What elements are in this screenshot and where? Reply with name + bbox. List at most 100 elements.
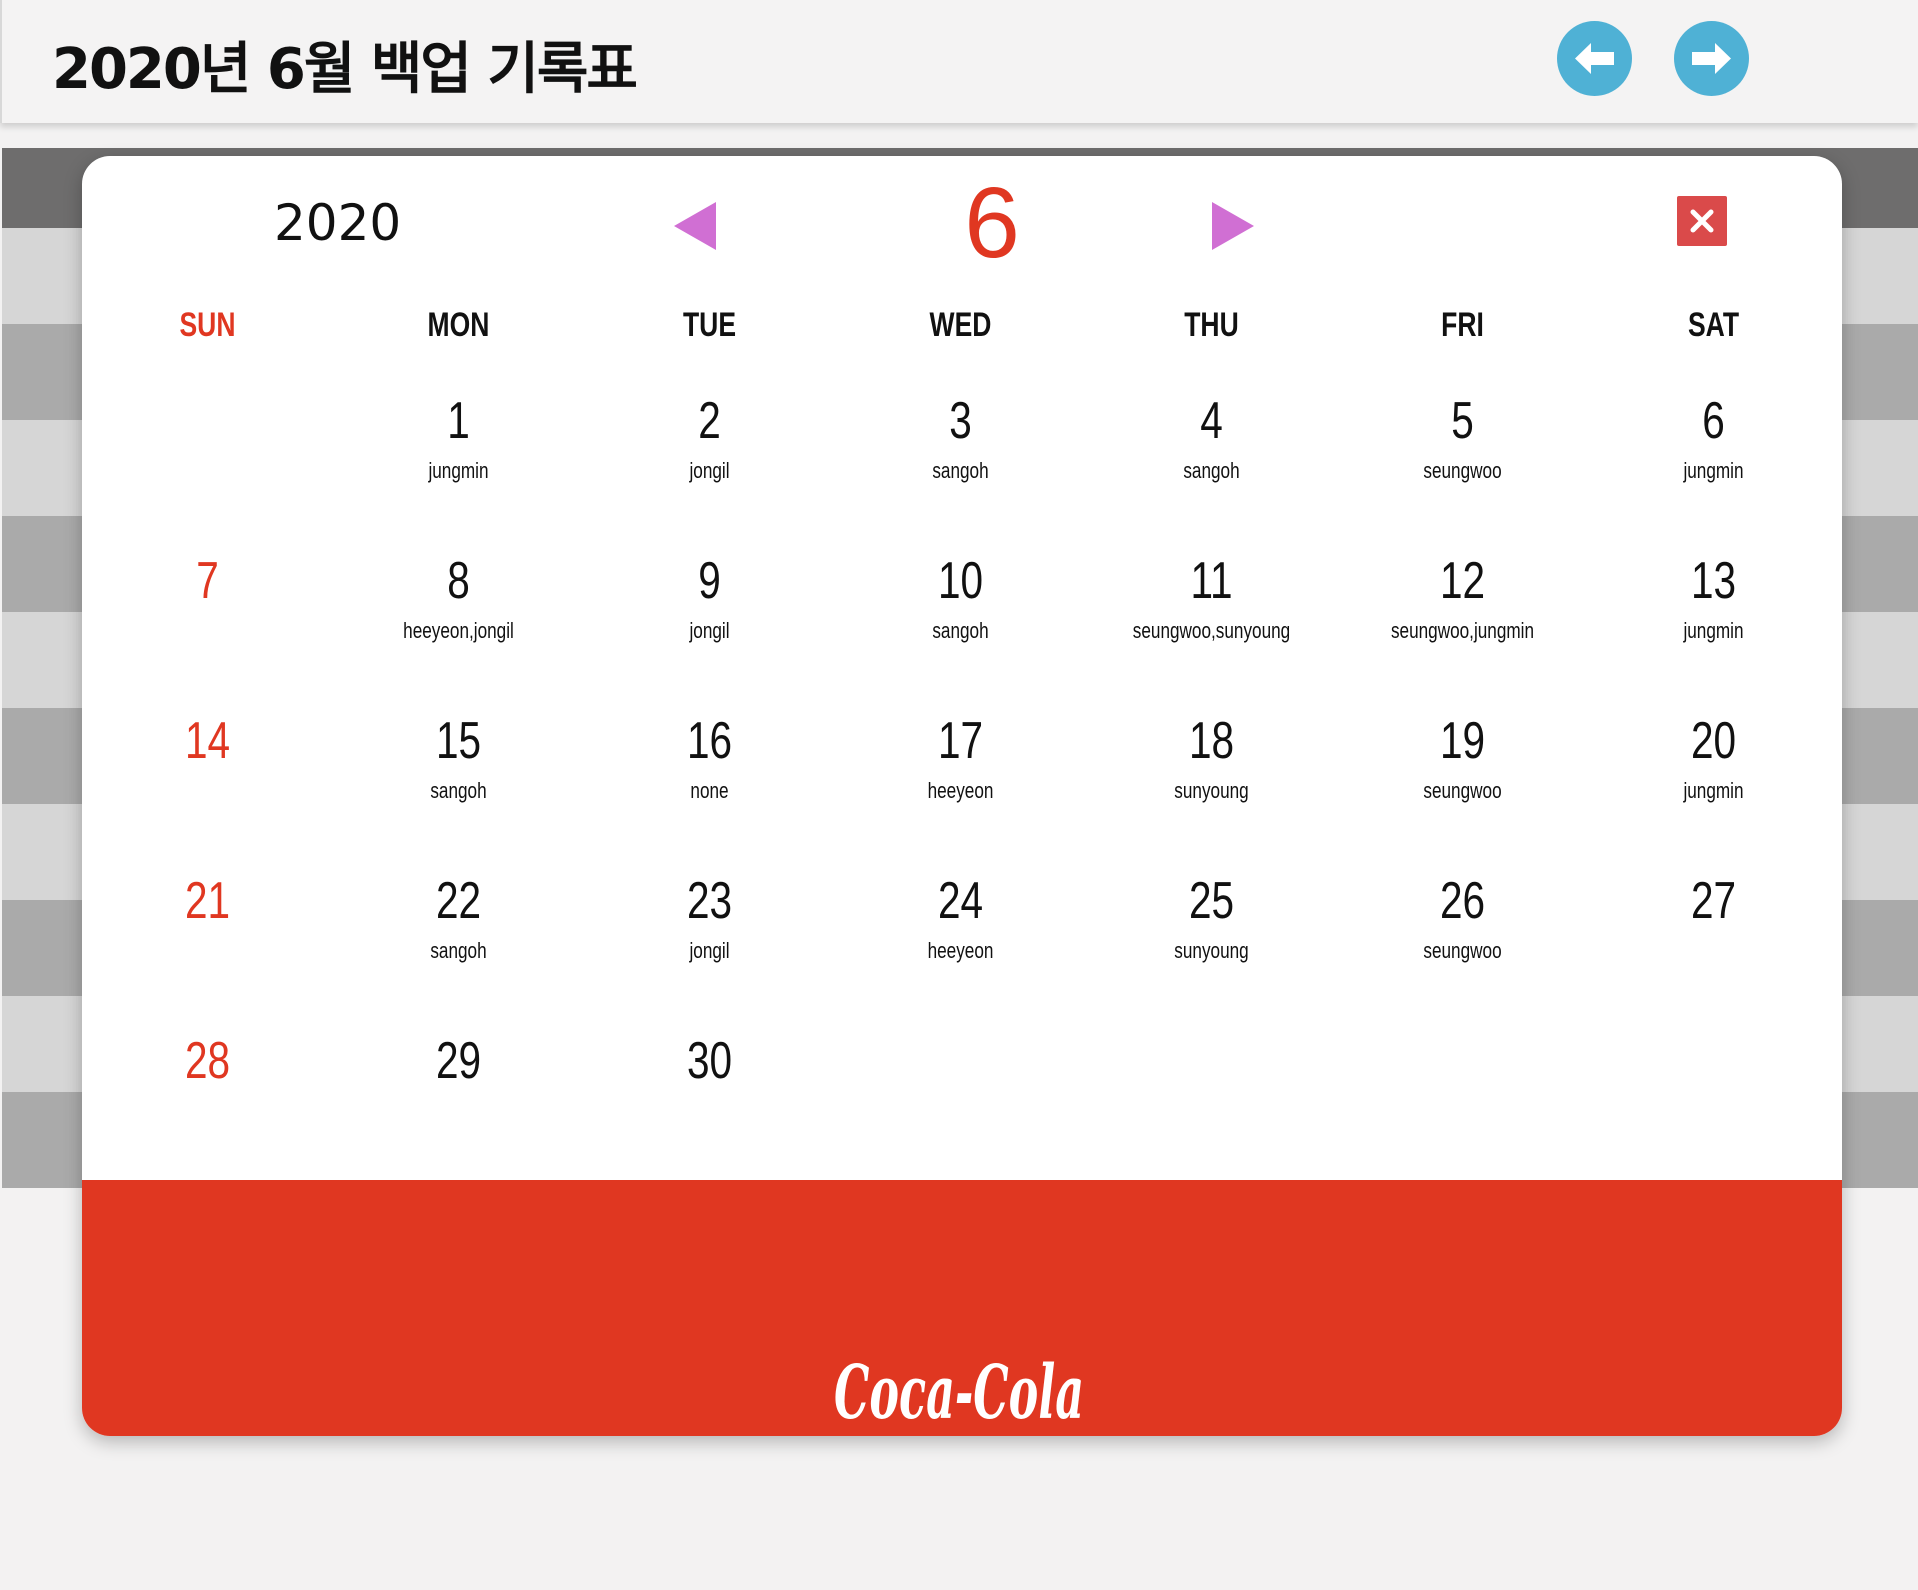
next-month-button[interactable]: [1208, 196, 1258, 261]
backup-assignees: none: [690, 778, 729, 803]
close-icon: [1690, 209, 1714, 233]
day-number: 25: [1188, 872, 1235, 930]
day-number: 29: [435, 1032, 482, 1090]
weekday-sun: SUN: [179, 306, 236, 344]
calendar-day-29[interactable]: 29: [333, 1026, 584, 1186]
calendar-day-11[interactable]: 11 seungwoo,sunyoung: [1086, 546, 1337, 706]
day-number: 1: [447, 392, 470, 450]
previous-page-button[interactable]: [1557, 21, 1632, 96]
backup-assignees: heeyeon: [927, 938, 994, 963]
backup-assignees: seungwoo,sunyoung: [1132, 618, 1291, 643]
calendar-day-7[interactable]: 7: [82, 546, 333, 706]
backup-assignees: jongil: [689, 618, 730, 643]
day-number: 16: [686, 712, 733, 770]
day-number: 22: [435, 872, 482, 930]
day-number: 23: [686, 872, 733, 930]
footer-banner: Coca-Cola: [82, 1180, 1842, 1436]
calendar-day-28[interactable]: 28: [82, 1026, 333, 1186]
calendar-day-1[interactable]: 1 jungmin: [333, 386, 584, 546]
triangle-left-icon: [674, 202, 716, 250]
calendar-day-14[interactable]: 14: [82, 706, 333, 866]
day-number: 11: [1190, 552, 1233, 610]
calendar-day-13[interactable]: 13 jungmin: [1588, 546, 1839, 706]
day-number: 10: [937, 552, 984, 610]
day-number: 20: [1690, 712, 1737, 770]
previous-month-button[interactable]: [670, 196, 720, 261]
weekday-header: SUN MON TUE WED THU FRI SAT: [82, 306, 1842, 366]
calendar-day-6[interactable]: 6 jungmin: [1588, 386, 1839, 546]
calendar-day-10[interactable]: 10 sangoh: [835, 546, 1086, 706]
day-number: 8: [447, 552, 470, 610]
day-number: 7: [196, 552, 219, 610]
backup-assignees: sangoh: [932, 618, 989, 643]
day-number: 12: [1439, 552, 1486, 610]
triangle-right-icon: [1212, 202, 1254, 250]
weekday-sat: SAT: [1687, 306, 1740, 344]
calendar-day-9[interactable]: 9 jongil: [584, 546, 835, 706]
day-number: 18: [1188, 712, 1235, 770]
backup-assignees: heeyeon,jongil: [403, 618, 514, 643]
backup-assignees: seungwoo: [1423, 458, 1502, 483]
next-page-button[interactable]: [1674, 21, 1749, 96]
day-number: 28: [184, 1032, 231, 1090]
calendar-day-15[interactable]: 15 sangoh: [333, 706, 584, 866]
day-number: 19: [1439, 712, 1486, 770]
day-number: 27: [1690, 872, 1737, 930]
day-number: 15: [435, 712, 482, 770]
calendar-day-30[interactable]: 30: [584, 1026, 835, 1186]
calendar-empty-cell: [1086, 1026, 1337, 1186]
backup-assignees: sangoh: [430, 778, 487, 803]
calendar-day-4[interactable]: 4 sangoh: [1086, 386, 1337, 546]
page-header: 2020년 6월 백업 기록표: [0, 0, 1918, 123]
svg-text:Coca-Cola: Coca-Cola: [834, 1350, 1084, 1430]
day-number: 3: [949, 392, 972, 450]
arrow-left-icon: [1575, 43, 1614, 74]
day-number: 2: [698, 392, 721, 450]
day-number: 14: [184, 712, 231, 770]
calendar-day-19[interactable]: 19 seungwoo: [1337, 706, 1588, 866]
day-number: 6: [1702, 392, 1725, 450]
calendar-day-12[interactable]: 12 seungwoo,jungmin: [1337, 546, 1588, 706]
backup-assignees: jungmin: [1683, 458, 1744, 483]
page-title: 2020년 6월 백업 기록표: [52, 37, 638, 102]
weekday-mon: MON: [427, 306, 490, 344]
arrow-right-icon: [1692, 43, 1731, 74]
calendar-day-22[interactable]: 22 sangoh: [333, 866, 584, 1026]
calendar-day-25[interactable]: 25 sunyoung: [1086, 866, 1337, 1026]
day-number: 5: [1451, 392, 1474, 450]
backup-assignees: sangoh: [932, 458, 989, 483]
backup-assignees: jongil: [689, 938, 730, 963]
backup-assignees: sunyoung: [1174, 938, 1249, 963]
close-button[interactable]: [1677, 196, 1727, 246]
calendar-day-3[interactable]: 3 sangoh: [835, 386, 1086, 546]
backup-assignees: jongil: [689, 458, 730, 483]
calendar-day-27[interactable]: 27: [1588, 866, 1839, 1026]
calendar-day-18[interactable]: 18 sunyoung: [1086, 706, 1337, 866]
calendar-day-21[interactable]: 21: [82, 866, 333, 1026]
backup-assignees: sangoh: [1183, 458, 1240, 483]
backup-assignees: sangoh: [430, 938, 487, 963]
backup-assignees: jungmin: [1683, 778, 1744, 803]
calendar-day-17[interactable]: 17 heeyeon: [835, 706, 1086, 866]
backup-assignees: jungmin: [428, 458, 489, 483]
month-label: 6: [964, 167, 1020, 279]
backup-assignees: seungwoo: [1423, 938, 1502, 963]
year-label: 2020: [274, 194, 402, 252]
day-number: 9: [698, 552, 721, 610]
weekday-tue: TUE: [682, 306, 737, 344]
calendar-day-23[interactable]: 23 jongil: [584, 866, 835, 1026]
day-number: 30: [686, 1032, 733, 1090]
calendar-day-5[interactable]: 5 seungwoo: [1337, 386, 1588, 546]
calendar-modal: 2020 6 SUN MON TUE WED THU FRI SAT 1 jung…: [82, 156, 1842, 1436]
backup-assignees: jungmin: [1683, 618, 1744, 643]
day-number: 13: [1690, 552, 1737, 610]
calendar-day-24[interactable]: 24 heeyeon: [835, 866, 1086, 1026]
calendar-day-26[interactable]: 26 seungwoo: [1337, 866, 1588, 1026]
calendar-empty-cell: [835, 1026, 1086, 1186]
calendar-day-16[interactable]: 16 none: [584, 706, 835, 866]
calendar-day-8[interactable]: 8 heeyeon,jongil: [333, 546, 584, 706]
calendar-empty-cell: [1588, 1026, 1839, 1186]
calendar-day-2[interactable]: 2 jongil: [584, 386, 835, 546]
calendar-day-20[interactable]: 20 jungmin: [1588, 706, 1839, 866]
day-number: 24: [937, 872, 984, 930]
